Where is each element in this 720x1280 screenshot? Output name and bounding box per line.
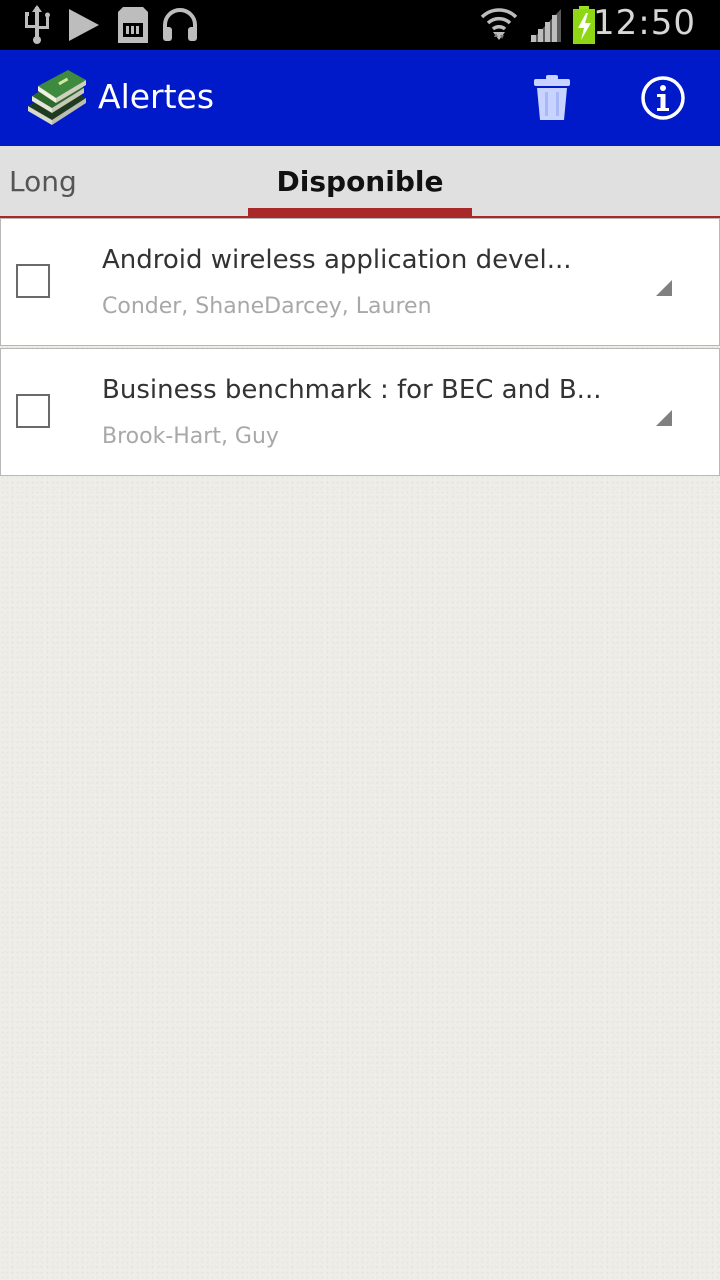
item-author: Brook-Hart, Guy	[102, 424, 279, 449]
item-title: Android wireless application devel...	[102, 245, 572, 275]
clock: 12:50	[593, 3, 696, 43]
list-item[interactable]: Android wireless application devel... Co…	[0, 218, 720, 346]
wifi-icon	[480, 8, 518, 40]
item-title: Business benchmark : for BEC and B...	[102, 375, 602, 405]
signal-icon	[530, 9, 561, 42]
tab-long[interactable]: Long	[9, 146, 77, 216]
tab-disponible[interactable]: Disponible	[248, 146, 472, 216]
headphones-icon	[163, 8, 197, 41]
list-item[interactable]: Business benchmark : for BEC and B... Br…	[0, 348, 720, 476]
tab-indicator	[248, 208, 472, 216]
delete-button[interactable]	[524, 70, 580, 126]
corner-triangle-icon	[656, 280, 672, 296]
item-checkbox[interactable]	[16, 394, 50, 428]
item-checkbox[interactable]	[16, 264, 50, 298]
books-icon	[28, 70, 86, 125]
action-bar: Alertes	[0, 50, 720, 146]
info-button[interactable]	[635, 70, 691, 126]
play-store-icon	[69, 9, 99, 41]
tab-bar: Long Disponible	[0, 146, 720, 218]
page-title: Alertes	[98, 77, 215, 116]
status-bar: 12:50	[0, 0, 720, 50]
info-icon	[641, 76, 685, 120]
corner-triangle-icon	[656, 410, 672, 426]
sd-card-icon	[118, 7, 148, 43]
item-author: Conder, ShaneDarcey, Lauren	[102, 294, 432, 319]
usb-icon	[25, 5, 50, 44]
alert-list: Android wireless application devel... Co…	[0, 218, 720, 476]
trash-icon	[534, 75, 570, 120]
